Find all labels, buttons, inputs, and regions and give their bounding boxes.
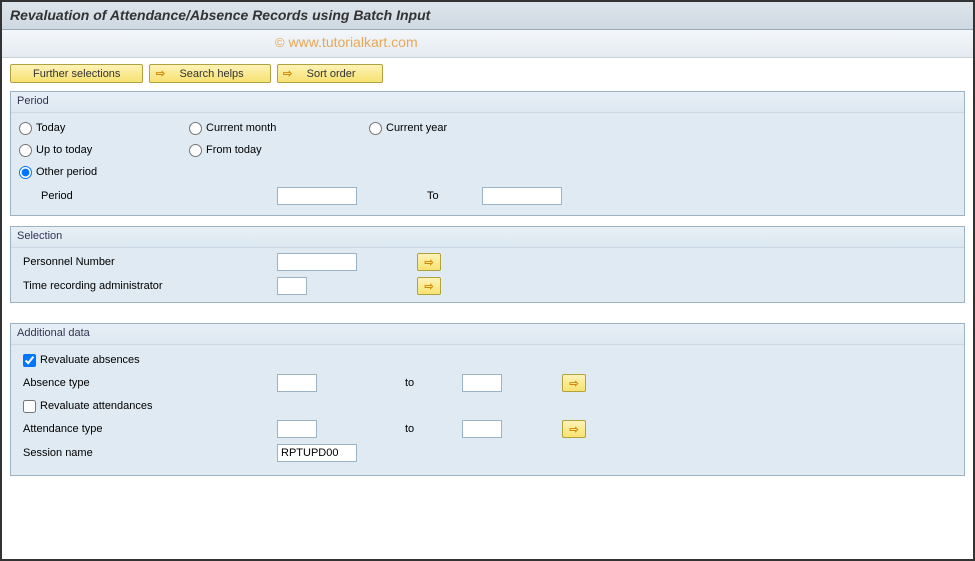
arrow-right-icon: ⇨ xyxy=(424,256,433,269)
time-admin-multiple-selection-button[interactable]: ⇨ xyxy=(417,277,441,295)
time-admin-input[interactable] xyxy=(277,277,307,295)
title-bar: Revaluation of Attendance/Absence Record… xyxy=(2,2,973,30)
radio-from-today-input[interactable] xyxy=(189,144,202,157)
revaluate-attendances-label: Revaluate attendances xyxy=(40,400,153,412)
period-to-label: To xyxy=(427,190,482,202)
revaluate-attendances-checkbox[interactable] xyxy=(23,400,36,413)
radio-today-input[interactable] xyxy=(19,122,32,135)
radio-label: Other period xyxy=(36,166,97,178)
radio-label: From today xyxy=(206,144,262,156)
radio-label: Up to today xyxy=(36,144,92,156)
radio-label: Today xyxy=(36,122,65,134)
revaluate-absences-checkbox[interactable] xyxy=(23,354,36,367)
radio-up-to-today-input[interactable] xyxy=(19,144,32,157)
arrow-right-icon: ⇨ xyxy=(281,67,295,80)
arrow-right-icon: ⇨ xyxy=(569,423,578,436)
revaluate-absences-label: Revaluate absences xyxy=(40,354,140,366)
radio-label: Current year xyxy=(386,122,447,134)
radio-current-month[interactable]: Current month xyxy=(189,119,369,137)
to-label: to xyxy=(405,423,414,435)
attendance-type-from-input[interactable] xyxy=(277,420,317,438)
page-title: Revaluation of Attendance/Absence Record… xyxy=(10,7,430,23)
additional-data-group: Additional data Revaluate absences Absen… xyxy=(10,323,965,476)
attendance-type-label: Attendance type xyxy=(19,423,277,435)
period-label: Period xyxy=(19,190,229,202)
session-name-input[interactable] xyxy=(277,444,357,462)
attendance-type-multiple-selection-button[interactable]: ⇨ xyxy=(562,420,586,438)
group-title: Period xyxy=(11,92,964,113)
time-admin-label: Time recording administrator xyxy=(19,280,277,292)
search-helps-button[interactable]: ⇨ Search helps xyxy=(149,64,270,83)
radio-current-year-input[interactable] xyxy=(369,122,382,135)
arrow-right-icon: ⇨ xyxy=(424,280,433,293)
period-to-input[interactable] xyxy=(482,187,562,205)
selection-toolbar: Further selections ⇨ Search helps ⇨ Sort… xyxy=(10,64,965,83)
selection-group: Selection Personnel Number ⇨ Time record… xyxy=(10,226,965,303)
attendance-type-to-input[interactable] xyxy=(462,420,502,438)
personnel-number-multiple-selection-button[interactable]: ⇨ xyxy=(417,253,441,271)
radio-current-year[interactable]: Current year xyxy=(369,119,549,137)
personnel-number-label: Personnel Number xyxy=(19,256,277,268)
radio-other-period-input[interactable] xyxy=(19,166,32,179)
to-label: to xyxy=(405,377,414,389)
further-selections-button[interactable]: Further selections xyxy=(10,64,143,83)
button-label: Sort order xyxy=(295,68,374,80)
button-label: Further selections xyxy=(19,68,134,80)
session-name-label: Session name xyxy=(19,447,277,459)
arrow-right-icon: ⇨ xyxy=(153,67,167,80)
period-from-input[interactable] xyxy=(277,187,357,205)
absence-type-from-input[interactable] xyxy=(277,374,317,392)
radio-today[interactable]: Today xyxy=(19,119,189,137)
absence-type-multiple-selection-button[interactable]: ⇨ xyxy=(562,374,586,392)
button-label: Search helps xyxy=(167,68,261,80)
radio-current-month-input[interactable] xyxy=(189,122,202,135)
radio-other-period[interactable]: Other period xyxy=(19,163,189,181)
period-group: Period Today Current month Current year … xyxy=(10,91,965,216)
absence-type-label: Absence type xyxy=(19,377,277,389)
watermark: © www.tutorialkart.com xyxy=(275,34,418,50)
absence-type-to-input[interactable] xyxy=(462,374,502,392)
personnel-number-input[interactable] xyxy=(277,253,357,271)
group-title: Additional data xyxy=(11,324,964,345)
application-toolbar-strip: © www.tutorialkart.com xyxy=(2,30,973,58)
sort-order-button[interactable]: ⇨ Sort order xyxy=(277,64,383,83)
radio-from-today[interactable]: From today xyxy=(189,141,369,159)
group-title: Selection xyxy=(11,227,964,248)
radio-up-to-today[interactable]: Up to today xyxy=(19,141,189,159)
radio-label: Current month xyxy=(206,122,276,134)
arrow-right-icon: ⇨ xyxy=(569,377,578,390)
